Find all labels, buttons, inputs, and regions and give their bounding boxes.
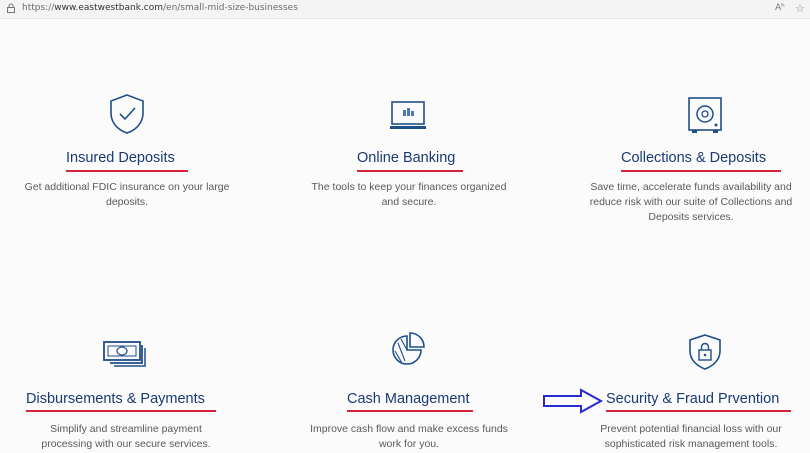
card-title[interactable]: Cash Management — [347, 391, 470, 407]
card-description: Prevent potential financial loss with ou… — [600, 423, 782, 450]
card-title[interactable]: Insured Deposits — [66, 150, 175, 166]
shield-check-icon — [110, 94, 144, 134]
shield-lock-icon — [689, 334, 721, 370]
cash-icon — [103, 341, 146, 367]
card-description: The tools to keep your finances organize… — [311, 181, 507, 208]
safe-icon — [688, 97, 722, 133]
lock-icon — [7, 3, 15, 13]
laptop-icon — [390, 101, 426, 129]
title-underline — [606, 410, 791, 412]
card-title[interactable]: Disbursements & Payments — [26, 391, 205, 407]
title-underline — [621, 170, 781, 172]
read-aloud-icon[interactable]: Aʰ — [775, 3, 785, 13]
card-title[interactable]: Online Banking — [357, 150, 455, 166]
arrow-right-icon — [543, 388, 604, 414]
card-description: Improve cash flow and make excess funds w… — [310, 423, 508, 450]
card-title[interactable]: Collections & Deposits — [621, 150, 766, 166]
address-bar[interactable]: https://www.eastwestbank.com/en/small-mi… — [0, 0, 810, 19]
url-text[interactable]: https://www.eastwestbank.com/en/small-mi… — [22, 3, 298, 13]
title-underline — [66, 170, 188, 172]
title-underline — [347, 410, 473, 412]
pie-chart-icon — [392, 332, 425, 365]
card-description: Simplify and streamline payment processin… — [41, 423, 211, 450]
card-description: Save time, accelerate funds availability… — [589, 181, 793, 223]
card-title[interactable]: Security & Fraud Prvention — [606, 391, 779, 407]
title-underline — [357, 170, 463, 172]
favorite-star-icon[interactable]: ☆ — [795, 2, 805, 15]
title-underline — [26, 410, 216, 412]
card-description: Get additional FDIC insurance on your la… — [24, 181, 230, 208]
